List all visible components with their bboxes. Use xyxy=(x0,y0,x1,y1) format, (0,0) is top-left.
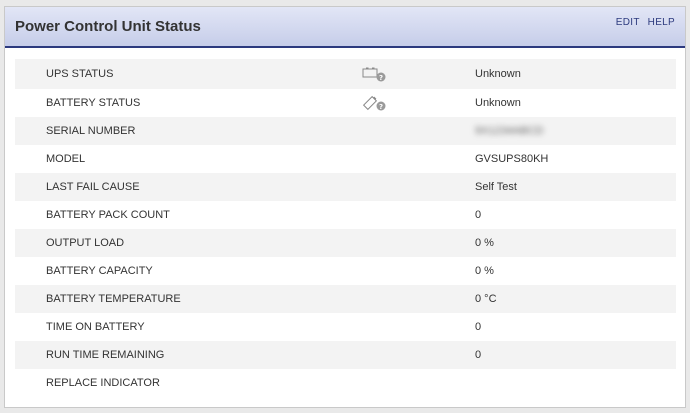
svg-text:?: ? xyxy=(379,103,383,111)
battery-unknown-icon: ? xyxy=(362,67,386,82)
row-value: GVSUPS80KH xyxy=(475,153,549,165)
table-row-battery-status: BATTERY STATUS ? Unknown xyxy=(15,89,676,117)
panel-header: Power Control Unit Status EDIT HELP xyxy=(5,7,685,48)
help-link[interactable]: HELP xyxy=(648,17,675,28)
table-row-run-time-remaining: RUN TIME REMAINING 0 xyxy=(15,341,676,369)
power-control-unit-panel: Power Control Unit Status EDIT HELP UPS … xyxy=(4,6,686,408)
table-row-output-load: OUTPUT LOAD 0 % xyxy=(15,229,676,257)
table-row-last-fail-cause: LAST FAIL CAUSE Self Test xyxy=(15,173,676,201)
row-label: REPLACE INDICATOR xyxy=(46,377,160,389)
row-label: BATTERY TEMPERATURE xyxy=(46,293,181,305)
table-row-battery-pack-count: BATTERY PACK COUNT 0 xyxy=(15,201,676,229)
row-label: BATTERY CAPACITY xyxy=(46,265,153,277)
row-value: 0 xyxy=(475,209,482,221)
table-row-serial-number: SERIAL NUMBER 9X1234ABCD xyxy=(15,117,676,145)
table-row-battery-capacity: BATTERY CAPACITY 0 % xyxy=(15,257,676,285)
edit-link[interactable]: EDIT xyxy=(616,17,640,28)
row-value: Self Test xyxy=(475,181,517,193)
row-label: SERIAL NUMBER xyxy=(46,125,136,137)
header-links: EDIT HELP xyxy=(616,17,675,28)
row-label: TIME ON BATTERY xyxy=(46,321,145,333)
page-title: Power Control Unit Status xyxy=(15,18,201,35)
row-label: BATTERY STATUS xyxy=(46,97,141,109)
battery-tag-unknown-icon: ? xyxy=(362,95,386,111)
row-value: 0 xyxy=(475,321,482,333)
status-table: UPS STATUS ? Unknown BATTERY STATUS ? Un… xyxy=(15,59,676,397)
row-value-redacted: 9X1234ABCD xyxy=(475,125,544,137)
table-row-battery-temperature: BATTERY TEMPERATURE 0 °C xyxy=(15,285,676,313)
row-value: 0 xyxy=(475,349,482,361)
row-value: 0 °C xyxy=(475,293,497,305)
svg-text:?: ? xyxy=(379,74,383,82)
table-row-replace-indicator: REPLACE INDICATOR xyxy=(15,369,676,397)
row-label: OUTPUT LOAD xyxy=(46,237,125,249)
row-value: 0 % xyxy=(475,237,494,249)
row-label: UPS STATUS xyxy=(46,68,114,80)
row-label: BATTERY PACK COUNT xyxy=(46,209,170,221)
row-value: Unknown xyxy=(475,68,521,80)
row-value: 0 % xyxy=(475,265,494,277)
row-label: RUN TIME REMAINING xyxy=(46,349,165,361)
row-value: Unknown xyxy=(475,97,521,109)
table-row-model: MODEL GVSUPS80KH xyxy=(15,145,676,173)
row-label: MODEL xyxy=(46,153,86,165)
table-row-ups-status: UPS STATUS ? Unknown xyxy=(15,59,676,89)
table-row-time-on-battery: TIME ON BATTERY 0 xyxy=(15,313,676,341)
row-label: LAST FAIL CAUSE xyxy=(46,181,140,193)
